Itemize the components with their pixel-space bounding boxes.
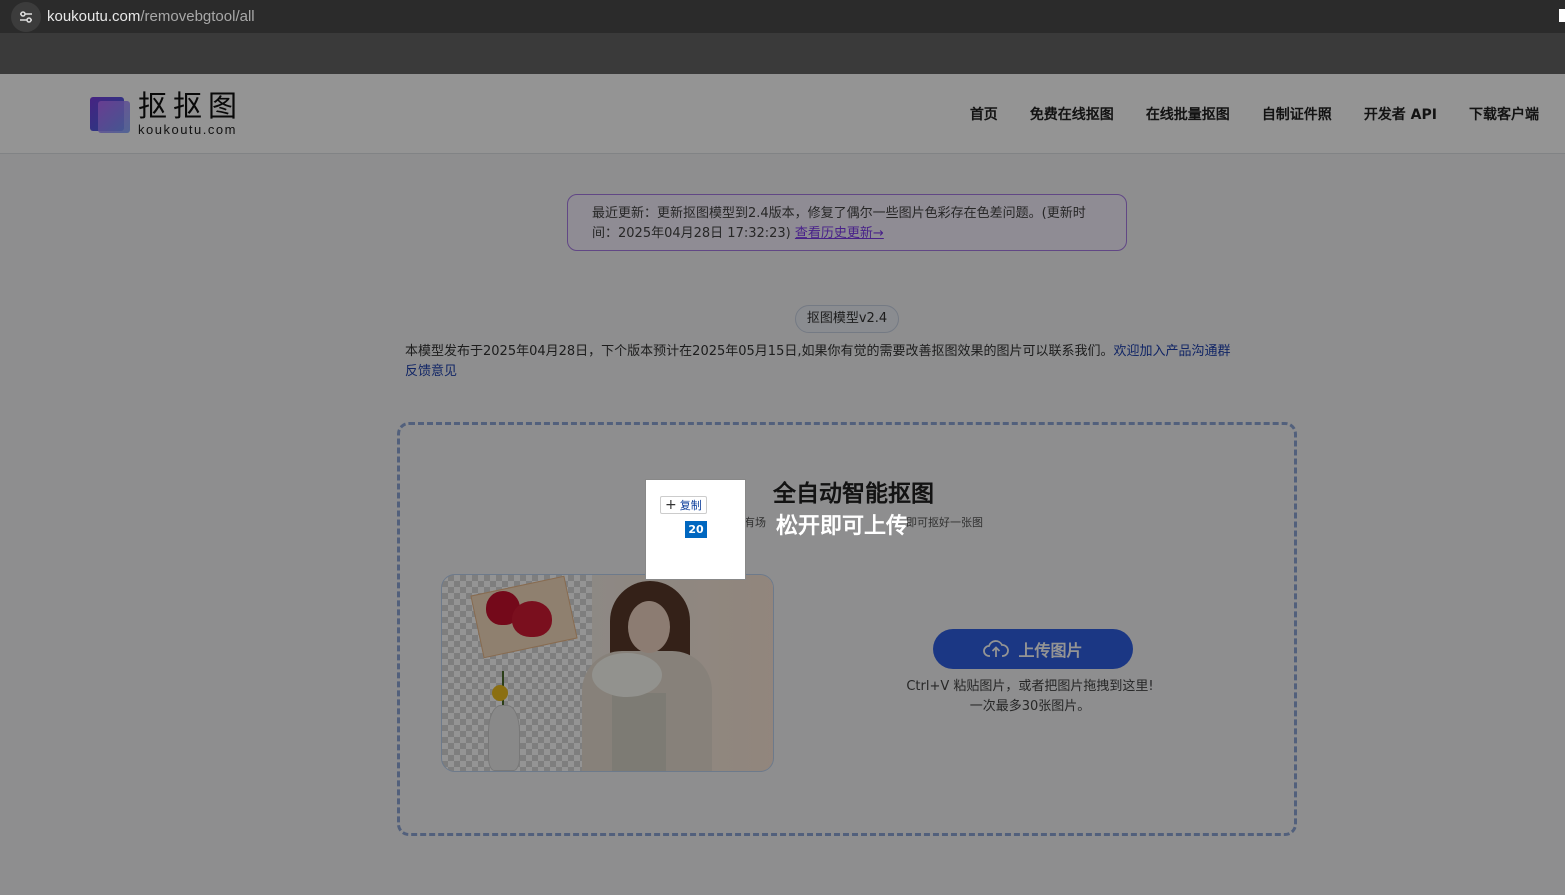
plus-icon: +	[665, 497, 677, 513]
drop-to-upload-text: 松开即可上传	[776, 514, 909, 539]
url-text[interactable]: koukoutu.com/removebgtool/all	[47, 8, 255, 25]
drag-file-count: 20	[685, 521, 707, 538]
tune-icon	[20, 10, 32, 23]
site-info-button[interactable]	[11, 1, 41, 32]
window-corner	[1559, 9, 1565, 22]
address-bar[interactable]: koukoutu.com/removebgtool/all	[0, 0, 1565, 33]
drag-overlay[interactable]	[0, 74, 1565, 895]
bookmarks-bar	[0, 33, 1565, 74]
copy-tooltip: + 复制	[660, 496, 707, 514]
drag-ghost: + 复制 20	[645, 479, 746, 580]
